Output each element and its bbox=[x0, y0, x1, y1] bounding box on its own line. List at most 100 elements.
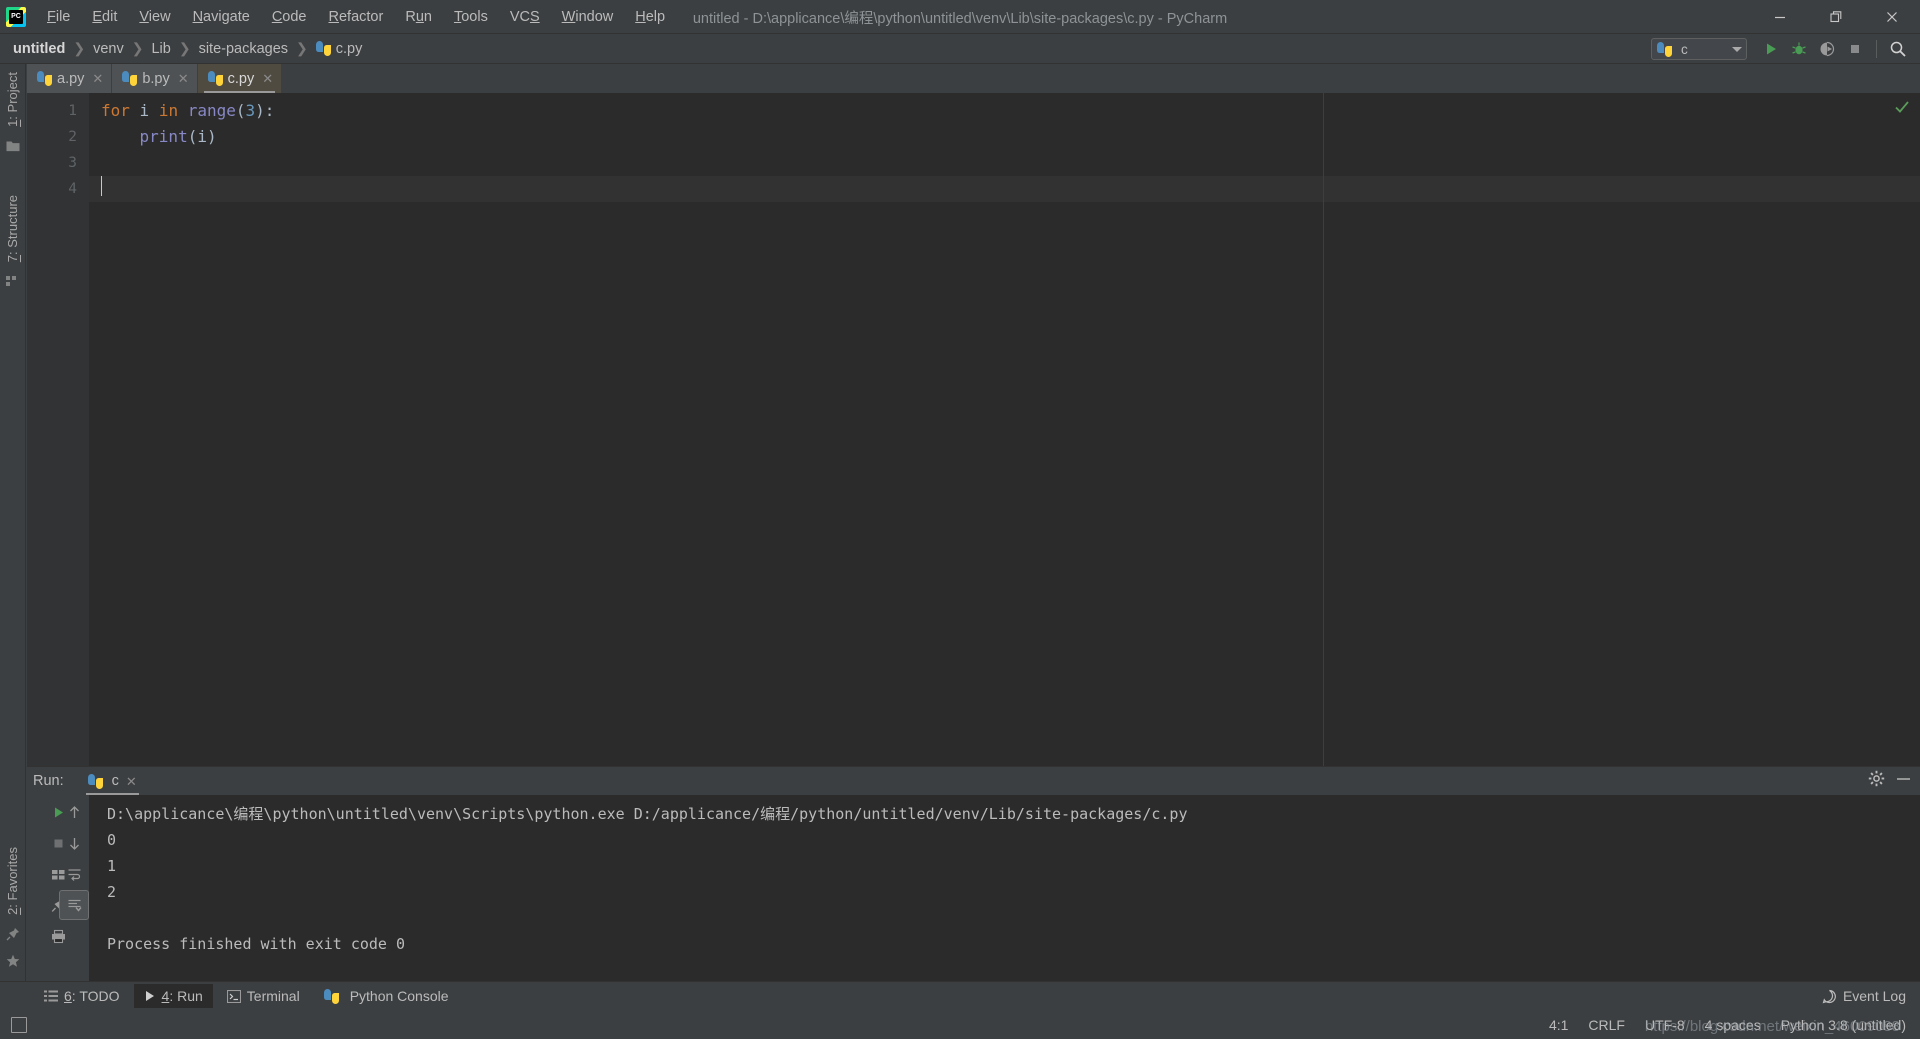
sidebar-item-project[interactable]: 1: Project bbox=[5, 64, 20, 135]
code-text-area[interactable]: for i in range(3): print(i) bbox=[89, 93, 1920, 824]
text-caret bbox=[101, 176, 102, 196]
bottom-item-python-console[interactable]: Python Console bbox=[314, 984, 459, 1008]
event-log-label: Event Log bbox=[1842, 988, 1906, 1004]
breadcrumb-item-lib[interactable]: Lib bbox=[148, 40, 173, 58]
breadcrumb-separator: ❯ bbox=[131, 40, 144, 56]
right-margin-guide bbox=[1323, 93, 1324, 824]
code-editor[interactable]: 1 2 3 4 for i in range(3): print(i) bbox=[27, 93, 1920, 824]
run-configuration-label: c bbox=[1681, 41, 1688, 57]
python-icon bbox=[323, 988, 339, 1004]
breadcrumb-item-file[interactable]: c.py bbox=[313, 40, 366, 58]
toggle-tool-windows-button[interactable] bbox=[6, 1016, 32, 1033]
menu-code[interactable]: Code bbox=[261, 3, 318, 31]
star-icon[interactable] bbox=[6, 954, 20, 973]
code-token: ): bbox=[255, 101, 275, 120]
indent-setting[interactable]: 4 spaces bbox=[1705, 1017, 1761, 1033]
editor-tab-c-py[interactable]: c.py ✕ bbox=[197, 64, 283, 93]
stop-button[interactable] bbox=[1841, 36, 1869, 62]
run-configuration-selector[interactable]: c bbox=[1651, 38, 1747, 60]
code-token: print bbox=[139, 127, 188, 146]
toolbar-divider bbox=[1876, 40, 1877, 58]
pycharm-logo-icon: PC bbox=[6, 6, 26, 27]
pin-icon[interactable] bbox=[6, 927, 20, 946]
run-with-coverage-button[interactable] bbox=[1813, 36, 1841, 62]
editor-gutter[interactable]: 1 2 3 4 bbox=[27, 93, 89, 824]
tab-close-icon[interactable]: ✕ bbox=[92, 72, 103, 85]
code-token: ( bbox=[235, 101, 246, 120]
code-token: for bbox=[101, 101, 130, 120]
inspection-ok-icon[interactable] bbox=[1894, 99, 1910, 119]
menu-file[interactable]: File bbox=[36, 3, 81, 31]
run-icon bbox=[145, 991, 154, 1001]
soft-wrap-button[interactable] bbox=[59, 859, 89, 889]
scroll-down-button[interactable] bbox=[59, 828, 89, 858]
python-file-icon bbox=[315, 41, 331, 56]
menu-navigate[interactable]: Navigate bbox=[182, 3, 261, 31]
run-button[interactable] bbox=[1757, 36, 1785, 62]
status-bar-left bbox=[6, 1016, 32, 1033]
minimize-icon bbox=[1775, 16, 1785, 19]
breadcrumb-separator: ❯ bbox=[73, 40, 86, 56]
bottom-item-run[interactable]: 4: Run bbox=[133, 984, 213, 1008]
menu-run[interactable]: Run bbox=[394, 3, 443, 31]
bottom-tool-stripe: 6: TODO 4: Run Terminal Python Console E… bbox=[0, 981, 1920, 1010]
close-button[interactable] bbox=[1864, 0, 1920, 34]
menu-vcs[interactable]: VCS bbox=[499, 3, 551, 31]
caret-position[interactable]: 4:1 bbox=[1549, 1017, 1568, 1033]
bottom-item-terminal[interactable]: Terminal bbox=[217, 984, 310, 1008]
scroll-up-button[interactable] bbox=[59, 797, 89, 827]
print-button[interactable] bbox=[43, 921, 73, 951]
menu-refactor[interactable]: Refactor bbox=[318, 3, 395, 31]
sidebar-item-favorites[interactable]: 2: Favorites bbox=[5, 839, 20, 923]
scroll-to-end-icon bbox=[68, 899, 82, 912]
python-file-icon bbox=[122, 71, 138, 86]
menu-edit[interactable]: Edit bbox=[81, 3, 128, 31]
bottom-item-todo[interactable]: 6: TODO bbox=[34, 984, 130, 1008]
file-encoding[interactable]: UTF-8 bbox=[1645, 1017, 1685, 1033]
navigation-bar: untitled ❯ venv ❯ Lib ❯ site-packages ❯ … bbox=[0, 34, 1920, 64]
event-log-button[interactable]: Event Log bbox=[1822, 988, 1906, 1004]
editor-tab-a-py[interactable]: a.py ✕ bbox=[27, 64, 113, 93]
menu-tools[interactable]: Tools bbox=[443, 3, 499, 31]
code-token: in bbox=[158, 101, 179, 120]
menu-help[interactable]: Help bbox=[624, 3, 676, 31]
debug-button[interactable] bbox=[1785, 36, 1813, 62]
console-line: Process finished with exit code 0 bbox=[107, 935, 406, 953]
maximize-button[interactable] bbox=[1808, 0, 1864, 34]
run-tool-window-header: Run: c ✕ bbox=[27, 767, 1920, 795]
structure-icon[interactable] bbox=[5, 274, 20, 292]
run-console-output[interactable]: D:\applicance\编程\python\untitled\venv\Sc… bbox=[89, 795, 1920, 982]
line-separator[interactable]: CRLF bbox=[1588, 1017, 1625, 1033]
stop-icon bbox=[1851, 45, 1859, 53]
editor-tab-label: a.py bbox=[57, 70, 85, 87]
pycharm-window: PC File Edit View Navigate Code Refactor… bbox=[0, 0, 1920, 1039]
left-tool-stripe: 1: Project 7: Structure 2: Favorites bbox=[0, 64, 26, 981]
menu-view[interactable]: View bbox=[128, 3, 181, 31]
tab-close-icon[interactable]: ✕ bbox=[262, 72, 273, 85]
menu-window[interactable]: Window bbox=[551, 3, 625, 31]
sidebar-item-structure[interactable]: 7: Structure bbox=[5, 187, 20, 270]
title-bar: PC File Edit View Navigate Code Refactor… bbox=[0, 0, 1920, 34]
search-everywhere-button[interactable] bbox=[1884, 36, 1912, 62]
breadcrumb-item-site-packages[interactable]: site-packages bbox=[196, 40, 291, 58]
editor-tab-b-py[interactable]: b.py ✕ bbox=[112, 64, 198, 93]
hide-button[interactable] bbox=[1895, 770, 1912, 792]
scroll-to-end-button[interactable] bbox=[59, 890, 89, 920]
code-line-4 bbox=[89, 176, 1920, 202]
menu-bar: File Edit View Navigate Code Refactor Ru… bbox=[36, 0, 676, 34]
tab-close-icon[interactable]: ✕ bbox=[178, 72, 189, 85]
tool-windows-icon bbox=[11, 1016, 27, 1033]
folder-icon[interactable] bbox=[6, 139, 20, 157]
minimize-button[interactable] bbox=[1752, 0, 1808, 34]
python-interpreter[interactable]: Python 3.8 (untitled) bbox=[1781, 1017, 1906, 1033]
settings-button[interactable] bbox=[1868, 770, 1885, 792]
run-tab-c[interactable]: c ✕ bbox=[82, 768, 143, 795]
breadcrumb-item-untitled[interactable]: untitled bbox=[10, 40, 68, 58]
editor-tab-label: b.py bbox=[142, 70, 170, 87]
run-tab-close-icon[interactable]: ✕ bbox=[126, 775, 137, 788]
breadcrumb-item-venv[interactable]: venv bbox=[90, 40, 127, 58]
run-tool-window-body: D:\applicance\编程\python\untitled\venv\Sc… bbox=[27, 795, 1920, 982]
